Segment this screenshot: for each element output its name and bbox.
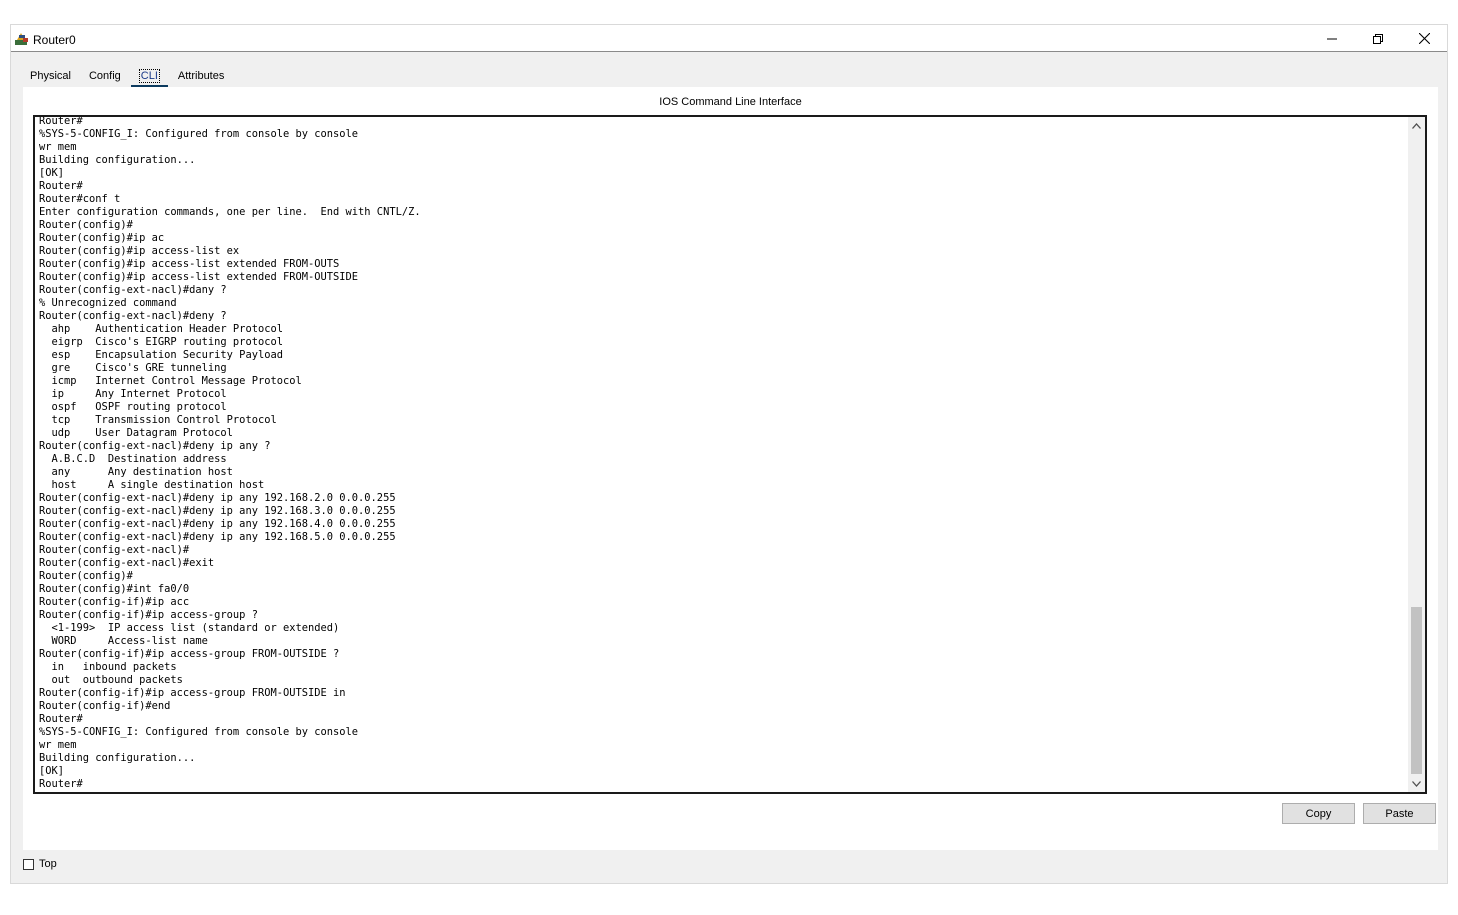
tab-bar: Physical Config CLI Attributes <box>21 63 233 89</box>
cli-panel: IOS Command Line Interface Router# %SYS-… <box>23 87 1438 850</box>
tab-attributes-label: Attributes <box>177 70 225 82</box>
router-app-icon <box>14 32 30 46</box>
scroll-down-button[interactable] <box>1408 775 1425 792</box>
copy-button[interactable]: Copy <box>1282 803 1355 824</box>
tab-config-label: Config <box>88 70 121 82</box>
restore-button[interactable] <box>1355 25 1401 52</box>
tab-cli-label: CLI <box>138 69 160 83</box>
scroll-up-button[interactable] <box>1408 117 1425 134</box>
footer-bar: Top <box>23 858 57 870</box>
title-bar[interactable]: Router0 <box>11 25 1447 52</box>
minimize-icon <box>1327 34 1337 44</box>
restore-icon <box>1373 33 1383 44</box>
scroll-thumb[interactable] <box>1411 607 1422 774</box>
router-window: Router0 Physical Config CLI Attributes I… <box>10 24 1448 884</box>
window-title: Router0 <box>33 33 76 47</box>
terminal-scrollbar[interactable] <box>1408 117 1425 792</box>
top-checkbox[interactable] <box>23 858 34 870</box>
cli-output[interactable]: Router# %SYS-5-CONFIG_I: Configured from… <box>39 117 1399 791</box>
close-button[interactable] <box>1401 25 1447 52</box>
tab-physical-label: Physical <box>30 70 71 82</box>
minimize-button[interactable] <box>1309 25 1355 52</box>
cli-terminal[interactable]: Router# %SYS-5-CONFIG_I: Configured from… <box>33 115 1427 794</box>
chevron-up-icon <box>1412 121 1421 131</box>
cli-heading: IOS Command Line Interface <box>659 96 802 108</box>
top-checkbox-label: Top <box>39 858 57 870</box>
chevron-down-icon <box>1412 779 1421 789</box>
close-icon <box>1418 33 1430 44</box>
paste-button[interactable]: Paste <box>1363 803 1436 824</box>
